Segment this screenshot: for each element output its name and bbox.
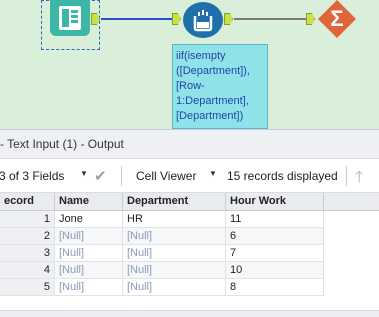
name-cell[interactable]: [Null] — [55, 279, 123, 296]
name-cell[interactable]: [Null] — [55, 245, 123, 262]
department-cell[interactable]: [Null] — [123, 262, 226, 279]
department-cell[interactable]: HR — [123, 211, 226, 228]
grid-header: ecord Name Department Hour Work — [0, 193, 379, 211]
cell-viewer-dropdown[interactable]: Cell Viewer — [136, 169, 196, 183]
chevron-down-icon[interactable]: ▼ — [209, 169, 217, 178]
hour-work-cell[interactable]: 7 — [226, 245, 324, 262]
table-row[interactable]: 2 [Null] [Null] 6 — [0, 228, 379, 245]
formula-icon — [193, 10, 213, 32]
column-header-record[interactable]: ecord — [0, 193, 55, 211]
hour-work-cell[interactable]: 6 — [226, 228, 324, 245]
checkmark-icon[interactable]: ✔ — [94, 167, 107, 185]
records-displayed-label: 15 records displayed — [227, 169, 338, 183]
name-cell[interactable]: [Null] — [55, 262, 123, 279]
record-number-cell: 2 — [0, 228, 55, 245]
fields-selector[interactable]: 3 of 3 Fields — [0, 169, 64, 183]
table-row[interactable]: 3 [Null] [Null] 7 — [0, 245, 379, 262]
record-number-cell: 1 — [0, 211, 55, 228]
formula-input-anchor[interactable] — [172, 13, 181, 25]
column-header-department[interactable]: Department — [123, 193, 226, 211]
formula-annotation: iif(isempty ([Department]), [Row- 1:Depa… — [172, 44, 268, 129]
department-cell[interactable]: [Null] — [123, 228, 226, 245]
table-row[interactable]: 5 [Null] [Null] 8 — [0, 279, 379, 296]
formula-output-anchor[interactable] — [224, 13, 233, 25]
table-row[interactable]: 1 Jone HR 11 — [0, 211, 379, 228]
book-icon — [59, 6, 81, 30]
sigma-icon: Σ — [330, 6, 344, 31]
connector-line — [101, 18, 172, 20]
output-window-title: - Text Input (1) - Output — [0, 129, 379, 158]
horizontal-scrollbar[interactable] — [0, 310, 379, 317]
hour-work-cell[interactable]: 11 — [226, 211, 324, 228]
column-header-hour-work[interactable]: Hour Work — [226, 193, 324, 211]
results-toolbar: 3 of 3 Fields ▼ ✔ Cell Viewer ▼ 15 recor… — [0, 158, 379, 193]
hour-work-cell[interactable]: 8 — [226, 279, 324, 296]
workflow-canvas[interactable]: Σ iif(isempty ([Department]), [Row- 1:De… — [0, 0, 379, 129]
divider — [346, 166, 347, 186]
name-cell[interactable]: [Null] — [55, 228, 123, 245]
hour-work-cell[interactable]: 10 — [226, 262, 324, 279]
column-header-name[interactable]: Name — [55, 193, 123, 211]
formula-tool[interactable] — [183, 2, 223, 38]
text-input-tool[interactable] — [50, 0, 90, 36]
summarize-input-anchor[interactable] — [306, 13, 315, 25]
record-number-cell: 4 — [0, 262, 55, 279]
department-cell[interactable]: [Null] — [123, 279, 226, 296]
arrow-up-icon[interactable]: 🡑 — [355, 166, 363, 193]
summarize-tool[interactable]: Σ — [318, 0, 356, 38]
chevron-down-icon[interactable]: ▼ — [80, 169, 88, 178]
record-number-cell: 5 — [0, 279, 55, 296]
record-number-cell: 3 — [0, 245, 55, 262]
connector-line — [234, 18, 306, 20]
department-cell[interactable]: [Null] — [123, 245, 226, 262]
table-row[interactable]: 4 [Null] [Null] 10 — [0, 262, 379, 279]
divider — [121, 166, 122, 186]
results-grid[interactable]: ecord Name Department Hour Work 1 Jone H… — [0, 193, 379, 317]
name-cell[interactable]: Jone — [55, 211, 123, 228]
column-header-filler — [324, 193, 379, 211]
